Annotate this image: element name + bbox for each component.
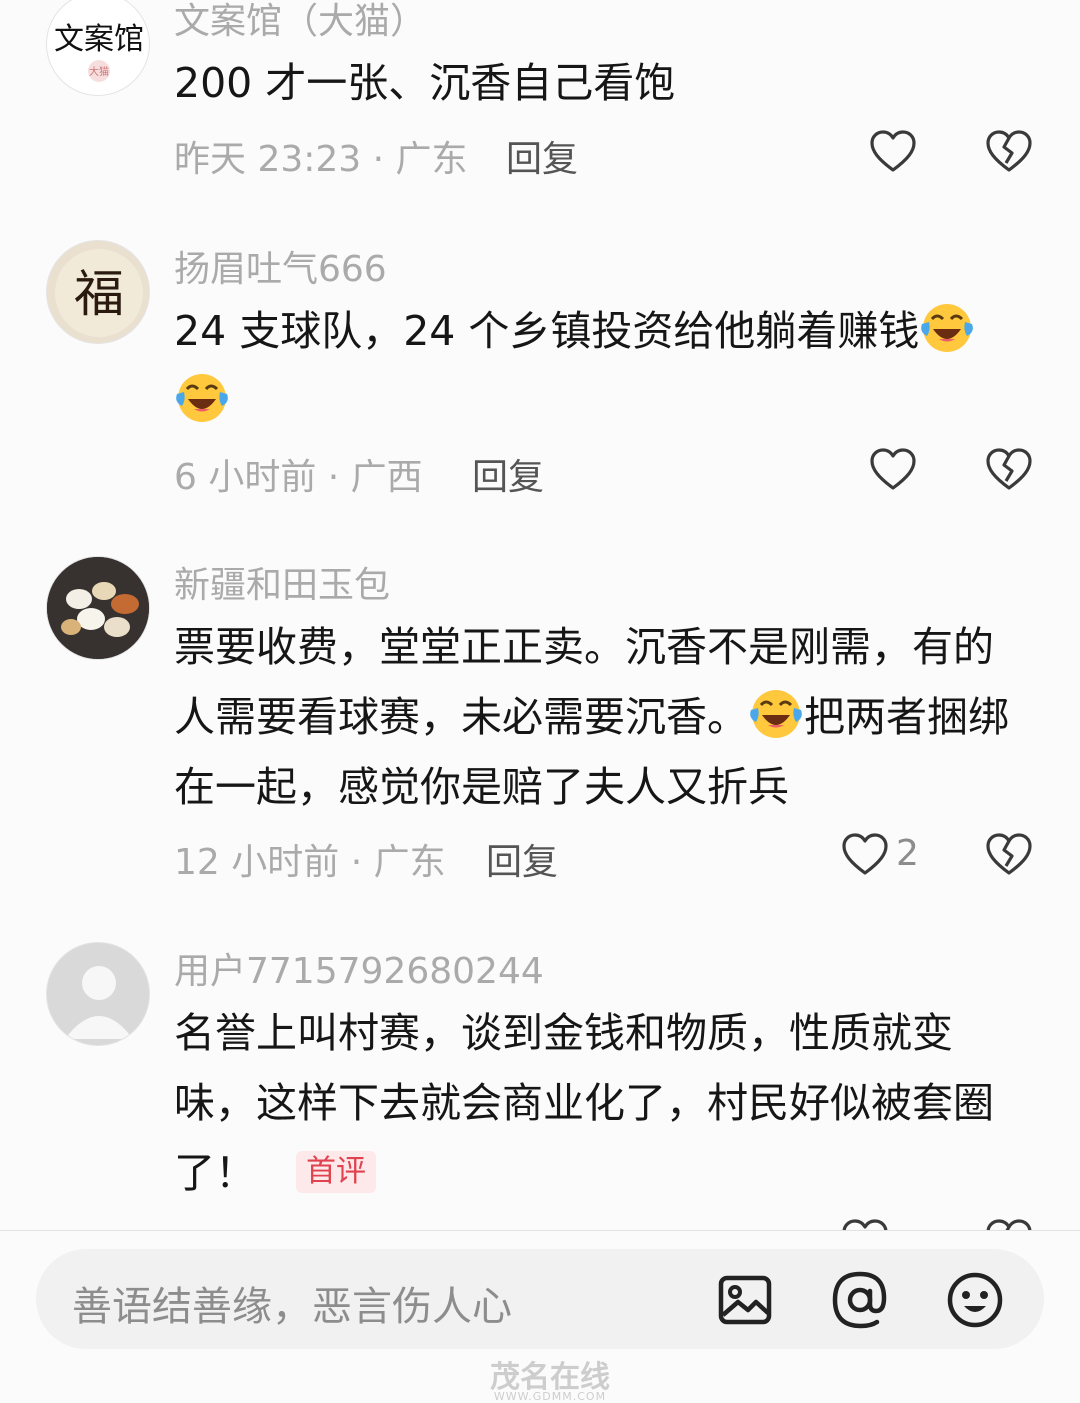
smiley-icon[interactable] (946, 1271, 1004, 1329)
comment-item: 文案馆 大猫 文案馆（大猫） 200 才一张、沉香自己看饱 昨天 23:23 ·… (0, 0, 1080, 202)
comment-username[interactable]: 新疆和田玉包 (174, 556, 390, 608)
comment-text: 票要收费，堂堂正正卖。沉香不是刚需，有的人需要看球赛，未必需要沉香。 把两者捆绑在… (174, 623, 1009, 811)
comment-item: 新疆和田玉包 票要收费，堂堂正正卖。沉香不是刚需，有的人需要看球赛，未必需要沉香… (0, 552, 1080, 892)
avatar-jade-image (47, 557, 149, 659)
like-count: 2 (896, 833, 919, 874)
comment-text: 200 才一张、沉香自己看饱 (174, 59, 676, 107)
comment-username[interactable]: 扬眉吐气666 (174, 240, 387, 292)
heart-outline-icon[interactable] (868, 445, 918, 495)
avatar[interactable]: 福 (46, 240, 150, 344)
heart-outline-icon[interactable] (840, 830, 890, 880)
avatar-calligraphy-image: 文案馆 大猫 (54, 22, 144, 82)
comment-input[interactable]: 善语结善缘，恶言伤人心 (36, 1249, 1044, 1349)
broken-heart-icon[interactable] (984, 1216, 1034, 1230)
laughing-tears-emoji (919, 299, 975, 355)
comment-meta: 6 小时前 · 广西 (174, 457, 423, 498)
input-placeholder: 善语结善缘，恶言伤人心 (72, 1284, 512, 1330)
laughing-tears-emoji (174, 369, 230, 425)
comment-username[interactable]: 文案馆（大猫） (174, 0, 426, 44)
broken-heart-icon[interactable] (984, 830, 1034, 880)
comment-text: 24 支球队，24 个乡镇投资给他躺着赚钱 (174, 296, 1024, 436)
avatar[interactable] (46, 556, 150, 660)
broken-heart-icon[interactable] (984, 445, 1034, 495)
broken-heart-icon[interactable] (984, 127, 1034, 177)
comment-username[interactable]: 用户7715792680244 (174, 942, 544, 994)
avatar[interactable] (46, 942, 150, 1046)
svg-text:福: 福 (74, 265, 124, 323)
reply-button[interactable]: 回复 (506, 130, 578, 182)
svg-text:文案馆: 文案馆 (54, 22, 144, 57)
reply-button[interactable]: 回复 (486, 833, 558, 885)
comment-meta: 12 小时前 · 广东 (174, 842, 446, 883)
comment-item: 福 扬眉吐气666 24 支球队，24 个乡镇投资给他躺着赚钱 6 小时前 · … (0, 235, 1080, 525)
reply-button[interactable]: 回复 (472, 448, 544, 500)
at-icon[interactable] (831, 1271, 889, 1329)
avatar-fu-image: 福 (55, 249, 143, 337)
heart-outline-icon[interactable] (840, 1216, 890, 1230)
comment-meta: 昨天 23:23 · 广东 (174, 139, 468, 180)
default-user-icon (47, 943, 149, 1045)
comment-text: 名誉上叫村赛，谈到金钱和物质，性质就变味，这样下去就会商业化了，村民好似被套圈了… (174, 1009, 994, 1197)
comment-item: 用户7715792680244 名誉上叫村赛，谈到金钱和物质，性质就变味，这样下… (0, 940, 1080, 1230)
avatar[interactable]: 文案馆 大猫 (46, 0, 150, 96)
laughing-tears-emoji (748, 685, 804, 741)
comment-list: 文案馆 大猫 文案馆（大猫） 200 才一张、沉香自己看饱 昨天 23:23 ·… (0, 0, 1080, 1230)
watermark-logo: 茂名在线 WWW.GDMM.COM (490, 1360, 610, 1403)
svg-text:大猫: 大猫 (89, 65, 109, 78)
first-comment-badge: 首评 (296, 1151, 376, 1193)
image-icon[interactable] (716, 1271, 774, 1329)
heart-outline-icon[interactable] (868, 127, 918, 177)
